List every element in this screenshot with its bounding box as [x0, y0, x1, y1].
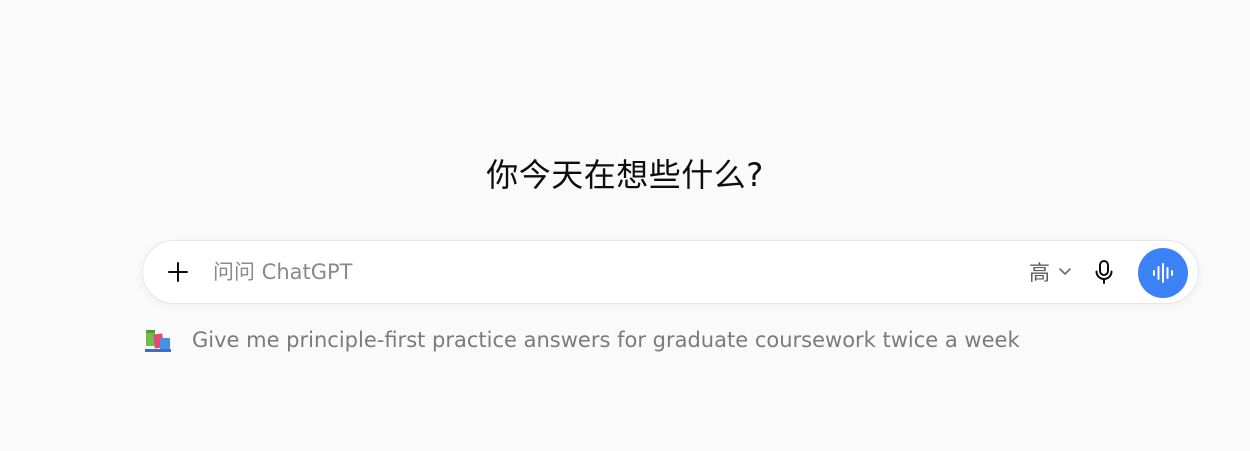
model-selector[interactable]: 高 [1023, 256, 1078, 288]
suggestion-text: Give me principle-first practice answers… [192, 328, 1020, 352]
page-title: 你今天在想些什么? [486, 156, 764, 194]
books-icon [142, 324, 174, 356]
plus-icon [168, 262, 188, 282]
chat-home: 你今天在想些什么? 高 [0, 0, 1250, 451]
microphone-icon [1095, 260, 1113, 284]
model-selector-label: 高 [1029, 261, 1050, 285]
sound-wave-icon [1153, 263, 1173, 283]
chevron-down-icon [1059, 268, 1071, 275]
prompt-input[interactable] [213, 253, 1003, 291]
attach-button[interactable] [161, 255, 195, 289]
prompt-composer: 高 [142, 240, 1199, 304]
dictate-button[interactable] [1087, 255, 1121, 289]
voice-mode-button[interactable] [1138, 248, 1188, 298]
suggestion-chip[interactable]: Give me principle-first practice answers… [142, 324, 1020, 356]
